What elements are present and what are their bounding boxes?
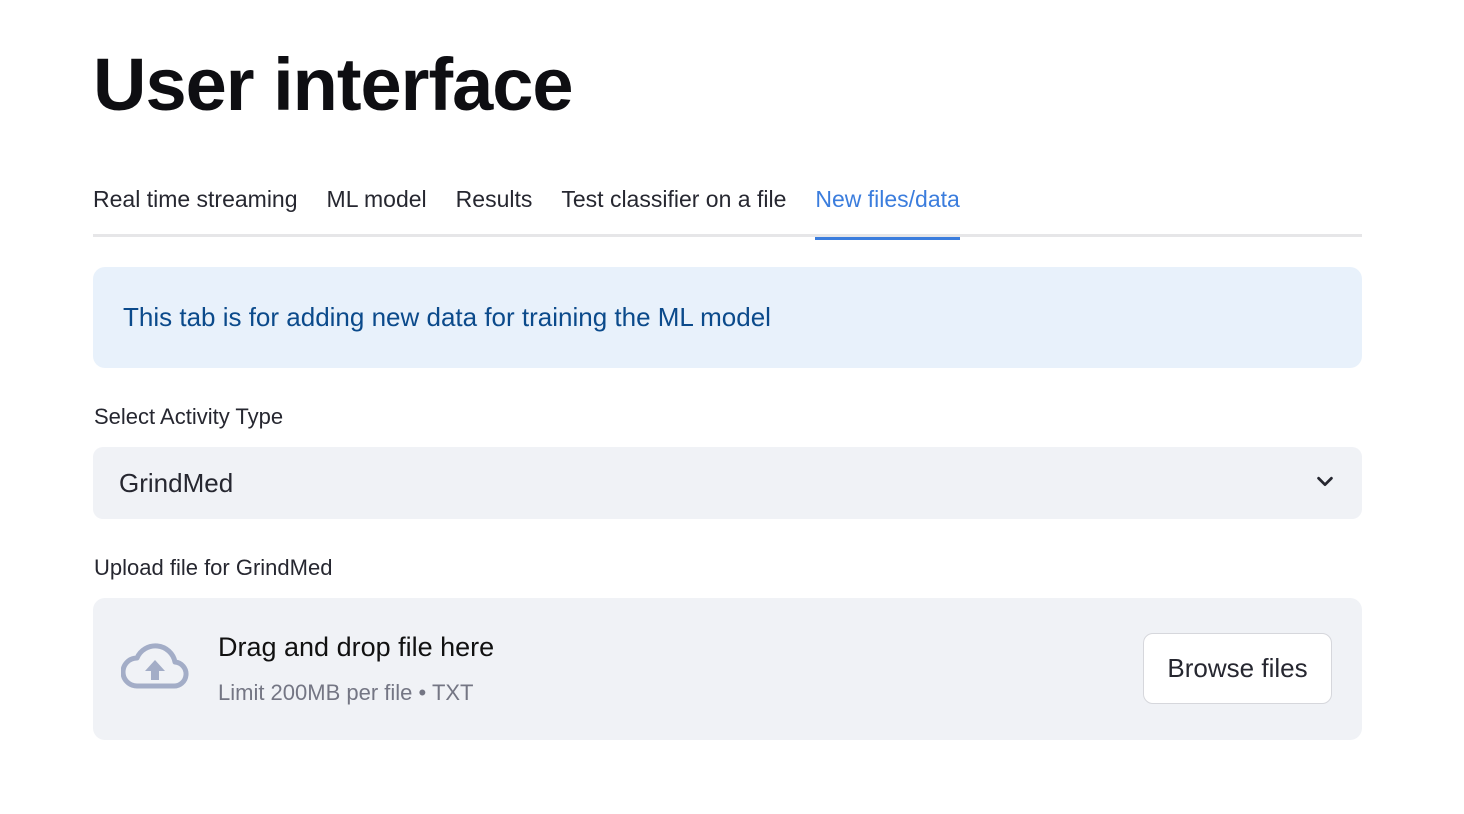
tab-real-time-streaming[interactable]: Real time streaming [93,180,298,237]
activity-select-value: GrindMed [119,467,234,498]
activity-select-label: Select Activity Type [94,404,284,429]
tab-ml-model[interactable]: ML model [327,180,427,237]
info-text: This tab is for adding new data for trai… [123,302,771,332]
page-title: User interface [93,43,574,126]
browse-files-button[interactable]: Browse files [1143,633,1332,704]
uploader-label: Upload file for GrindMed [94,555,333,580]
cloud-upload-icon [120,642,189,695]
tab-new-files-data[interactable]: New files/data [815,180,961,240]
chevron-down-icon [1314,468,1336,499]
tab-results[interactable]: Results [456,180,533,237]
tab-test-classifier[interactable]: Test classifier on a file [561,180,786,237]
drop-instructions: Drag and drop file here [218,632,495,662]
file-dropzone[interactable]: Drag and drop file here Limit 200MB per … [93,598,1362,740]
tab-bar: Real time streaming ML model Results Tes… [93,180,1362,240]
info-alert: This tab is for adding new data for trai… [93,267,1362,368]
activity-type-select[interactable]: GrindMed [93,447,1362,519]
file-limit-text: Limit 200MB per file • TXT [218,680,474,705]
